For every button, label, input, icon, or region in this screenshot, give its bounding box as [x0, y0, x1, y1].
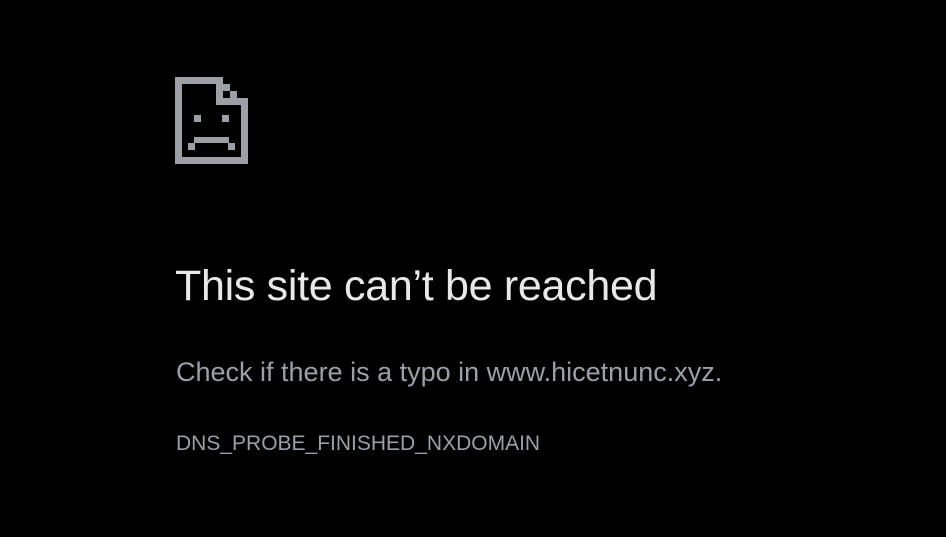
page-title: This site can’t be reached: [175, 262, 658, 310]
error-code: DNS_PROBE_FINISHED_NXDOMAIN: [176, 432, 541, 455]
sad-document-icon: [175, 77, 248, 164]
error-description: Check if there is a typo in www.hicetnun…: [176, 357, 723, 387]
error-page: This site can’t be reached Check if ther…: [0, 0, 946, 537]
